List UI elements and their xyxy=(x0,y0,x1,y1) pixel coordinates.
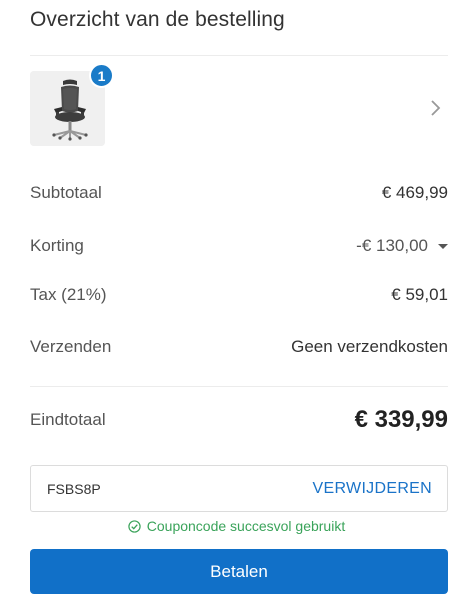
discount-row: Korting -€ 130,00 xyxy=(30,236,448,256)
success-text: Couponcode succesvol gebruikt xyxy=(146,518,346,534)
total-label: Eindtotaal xyxy=(30,410,106,429)
discount-label: Korting xyxy=(30,236,84,255)
subtotal-value: € 469,99 xyxy=(381,183,448,202)
caret-down-icon xyxy=(438,243,448,249)
shipping-value: Geen verzendkosten xyxy=(291,337,448,356)
pay-button[interactable]: Betalen xyxy=(30,549,448,594)
subtotal-row: Subtotaal € 469,99 xyxy=(30,183,448,203)
order-summary-title: Overzicht van de bestelling xyxy=(30,8,285,31)
subtotal-label: Subtotaal xyxy=(30,183,102,202)
coupon-field: FSBS8P VERWIJDEREN xyxy=(30,465,448,512)
chevron-right-icon[interactable] xyxy=(428,98,444,118)
discount-value: -€ 130,00 xyxy=(356,236,428,255)
remove-coupon-button[interactable]: VERWIJDEREN xyxy=(313,480,432,498)
total-row: Eindtotaal € 339,99 xyxy=(30,406,448,434)
check-circle-icon xyxy=(128,519,141,533)
divider xyxy=(30,55,448,56)
tax-row: Tax (21%) € 59,01 xyxy=(30,285,448,305)
shipping-row: Verzenden Geen verzendkosten xyxy=(30,337,448,357)
tax-value: € 59,01 xyxy=(391,285,448,304)
product-item[interactable]: 1 xyxy=(30,63,448,147)
shipping-label: Verzenden xyxy=(30,337,112,356)
discount-toggle[interactable]: -€ 130,00 xyxy=(356,236,448,256)
coupon-success-message: Couponcode succesvol gebruikt xyxy=(0,518,473,534)
coupon-code: FSBS8P xyxy=(47,480,101,497)
divider xyxy=(30,386,448,387)
total-value: € 339,99 xyxy=(354,406,448,433)
tax-label: Tax (21%) xyxy=(30,285,107,304)
quantity-badge: 1 xyxy=(89,63,114,88)
